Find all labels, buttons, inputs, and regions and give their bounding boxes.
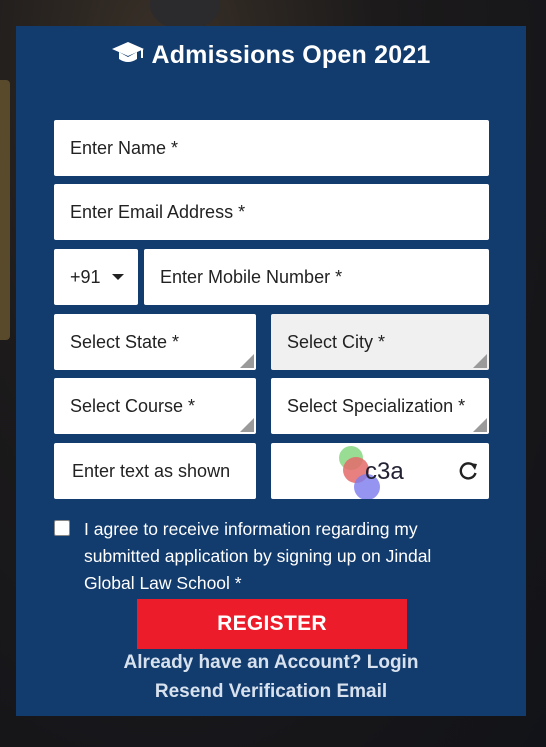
resend-verification-link[interactable]: Resend Verification Email (16, 681, 526, 703)
country-code-select[interactable]: +91 (54, 249, 138, 305)
city-select[interactable]: Select City * (271, 314, 489, 370)
graduation-cap-icon (111, 40, 145, 73)
name-input[interactable]: Enter Name * (54, 120, 489, 176)
state-select[interactable]: Select State * (54, 314, 256, 370)
background-decoration (0, 80, 10, 340)
dropdown-corner-icon (240, 418, 254, 432)
login-link[interactable]: Already have an Account? Login (16, 652, 526, 674)
captcha-image: c3a (339, 446, 404, 499)
city-select-placeholder: Select City * (287, 331, 386, 352)
state-select-placeholder: Select State * (70, 331, 180, 352)
specialization-select[interactable]: Select Specialization * (271, 378, 489, 434)
dropdown-corner-icon (473, 418, 487, 432)
specialization-select-placeholder: Select Specialization * (287, 395, 466, 416)
captcha-input[interactable]: Enter text as shown (54, 443, 256, 499)
course-select-placeholder: Select Course * (70, 395, 196, 416)
consent-label: I agree to receive information regarding… (84, 519, 432, 593)
course-select[interactable]: Select Course * (54, 378, 256, 434)
register-button[interactable]: REGISTER (137, 599, 407, 649)
refresh-icon[interactable] (457, 460, 479, 487)
consent-checkbox[interactable] (54, 520, 70, 536)
email-input-placeholder: Enter Email Address * (70, 201, 246, 222)
admission-form-card: Admissions Open 2021 Enter Name * Enter … (16, 26, 526, 716)
form-title: Admissions Open 2021 (16, 40, 526, 73)
mobile-input[interactable]: Enter Mobile Number * (144, 249, 489, 305)
captcha-input-placeholder: Enter text as shown (72, 460, 231, 481)
dropdown-corner-icon (240, 354, 254, 368)
dropdown-corner-icon (473, 354, 487, 368)
chevron-down-icon (112, 274, 124, 280)
country-code-value: +91 (70, 266, 101, 287)
mobile-input-placeholder: Enter Mobile Number * (160, 266, 343, 287)
name-input-placeholder: Enter Name * (70, 137, 179, 158)
captcha-text: c3a (365, 458, 404, 485)
email-input[interactable]: Enter Email Address * (54, 184, 489, 240)
captcha-image-box: c3a (271, 443, 489, 499)
